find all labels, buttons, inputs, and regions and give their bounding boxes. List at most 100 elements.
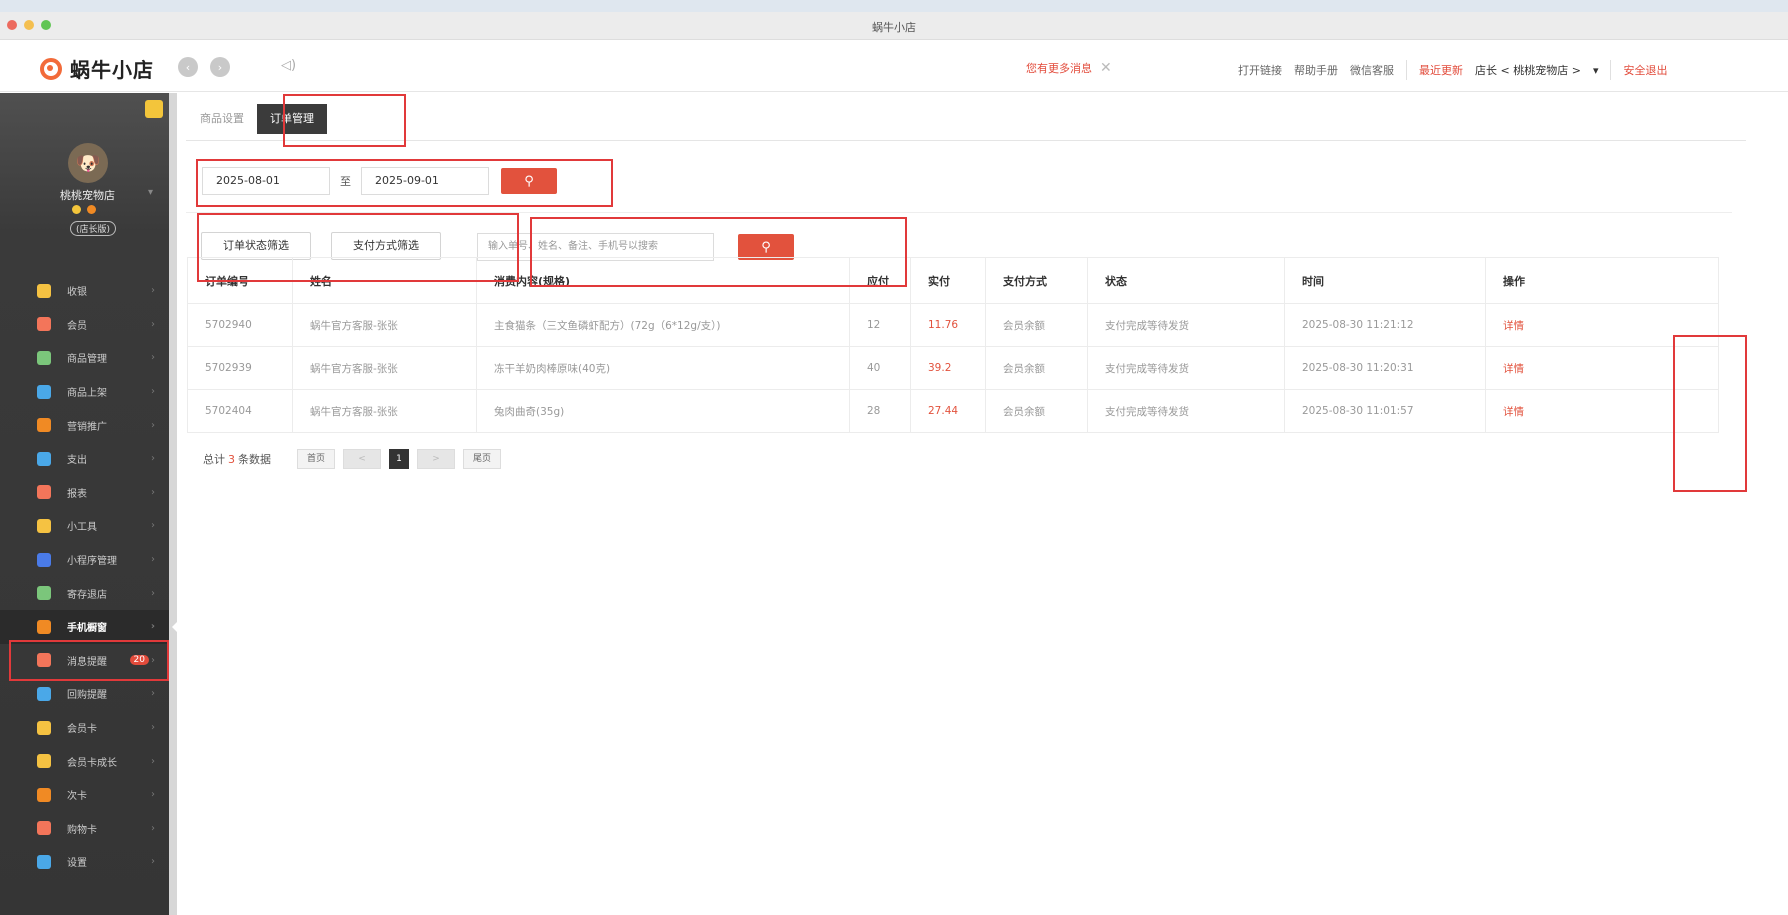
title-bar: 蜗牛小店: [0, 12, 1788, 40]
sidebar-item-label: 营销推广: [67, 421, 107, 433]
search-icon: ⚲: [761, 239, 771, 255]
close-icon[interactable]: ✕: [1100, 60, 1112, 76]
chevron-down-icon[interactable]: ▾: [148, 187, 153, 198]
sidebar-item-label: 会员卡: [67, 724, 97, 736]
details-link[interactable]: 详情: [1485, 346, 1719, 390]
chevron-right-icon: ›: [151, 352, 155, 364]
table-row[interactable]: 5702404 蜗牛官方客服-张张 兔肉曲奇(35g) 28 27.44 会员余额 支付完成…: [187, 389, 1719, 433]
sidebar-item[interactable]: 会员卡 ›: [0, 711, 169, 745]
pagination-bar: 总计 3 条数据 首页 < 1 > 尾页: [203, 449, 501, 469]
divider: [1406, 60, 1407, 80]
next-page-button[interactable]: >: [417, 449, 455, 469]
prev-page-button[interactable]: <: [343, 449, 381, 469]
current-page[interactable]: 1: [389, 449, 409, 469]
menu-icon: [37, 518, 51, 533]
sidebar-item[interactable]: 消息提醒 20 ›: [0, 644, 169, 678]
sidebar-item[interactable]: 设置 ›: [0, 845, 169, 879]
crown-icon[interactable]: [145, 100, 163, 118]
sidebar-item[interactable]: 会员卡成长 ›: [0, 744, 169, 778]
first-page-button[interactable]: 首页: [297, 449, 335, 469]
sidebar-item[interactable]: 报表 ›: [0, 476, 169, 510]
sidebar-item[interactable]: 购物卡 ›: [0, 812, 169, 846]
sidebar-item[interactable]: 会员 ›: [0, 308, 169, 342]
app-logo[interactable]: 蜗牛小店: [40, 54, 154, 83]
order-status-filter-button[interactable]: 订单状态筛选: [201, 232, 311, 260]
sidebar-item[interactable]: 寄存退店 ›: [0, 576, 169, 610]
sidebar-item[interactable]: 营销推广 ›: [0, 408, 169, 442]
store-selector[interactable]: 店长 < 桃桃宠物店 >: [1475, 62, 1581, 78]
filter-buttons: 订单状态筛选 支付方式筛选: [201, 232, 461, 260]
menu-icon: [37, 384, 51, 399]
badge-icon: [72, 205, 81, 214]
sidebar-item[interactable]: 商品管理 ›: [0, 341, 169, 375]
date-to-input[interactable]: 2025-09-01: [361, 167, 489, 195]
sidebar-item-label: 小工具: [67, 522, 97, 534]
notice-banner[interactable]: 您有更多消息 ✕: [1026, 60, 1112, 76]
chevron-right-icon: ›: [151, 554, 155, 566]
chevron-right-icon: ›: [151, 856, 155, 868]
tab-product-settings[interactable]: 商品设置: [187, 104, 257, 134]
details-link[interactable]: 详情: [1485, 389, 1719, 433]
sidebar-item[interactable]: 回购提醒 ›: [0, 677, 169, 711]
help-manual-link[interactable]: 帮助手册: [1294, 62, 1338, 78]
sidebar-item[interactable]: 收银 ›: [0, 274, 169, 308]
menu-icon: [37, 754, 51, 769]
avatar[interactable]: 🐶: [68, 143, 108, 183]
sidebar-item-label: 次卡: [67, 791, 87, 803]
col-time: 时间: [1284, 257, 1486, 304]
chevron-right-icon: ›: [151, 453, 155, 465]
sidebar-item-label: 回购提醒: [67, 690, 107, 702]
pager: 首页 < 1 > 尾页: [297, 449, 501, 469]
tab-order-management[interactable]: 订单管理: [257, 104, 327, 134]
payment-method-filter-button[interactable]: 支付方式筛选: [331, 232, 441, 260]
logo-text: 蜗牛小店: [70, 58, 154, 82]
sidebar-item-label: 手机橱窗: [67, 623, 107, 635]
sidebar-item[interactable]: 支出 ›: [0, 442, 169, 476]
forward-icon[interactable]: ›: [210, 57, 230, 77]
sidebar-item[interactable]: 次卡 ›: [0, 778, 169, 812]
pay-method-cell: 会员余额: [985, 303, 1088, 347]
sidebar-item[interactable]: 小工具 ›: [0, 509, 169, 543]
star-icon: [87, 205, 96, 214]
content-cell: 主食猫条（三文鱼磷虾配方）(72g（6*12g/支）): [476, 303, 850, 347]
content-cell: 冻干羊奶肉棒原味(40克): [476, 346, 850, 390]
date-from-input[interactable]: 2025-08-01: [202, 167, 330, 195]
app-header: 蜗牛小店 ‹ › ◁) 您有更多消息 ✕ 打开链接 帮助手册 微信客服 最近更新…: [0, 40, 1788, 92]
sidebar-item-label: 收银: [67, 287, 87, 299]
col-order-id: 订单编号: [187, 257, 293, 304]
wechat-service-link[interactable]: 微信客服: [1350, 62, 1394, 78]
content-cell: 兔肉曲奇(35g): [476, 389, 850, 433]
due-cell: 40: [849, 346, 911, 390]
sidebar-item-label: 会员卡成长: [67, 757, 117, 769]
sidebar-item-label: 会员: [67, 320, 87, 332]
table-row[interactable]: 5702940 蜗牛官方客服-张张 主食猫条（三文鱼磷虾配方）(72g（6*12g/…: [187, 303, 1719, 347]
chevron-right-icon: ›: [151, 318, 155, 330]
col-action: 操作: [1485, 257, 1719, 304]
total-suffix: 条数据: [238, 453, 271, 466]
col-content: 消费内容(规格): [476, 257, 850, 304]
details-link[interactable]: 详情: [1485, 303, 1719, 347]
logout-link[interactable]: 安全退出: [1623, 62, 1667, 78]
back-icon[interactable]: ‹: [178, 57, 198, 77]
chevron-right-icon: ›: [151, 419, 155, 431]
sidebar-item[interactable]: 手机橱窗 ›: [0, 609, 177, 644]
speaker-icon[interactable]: ◁): [281, 58, 296, 73]
grade-badge: (店长版): [70, 221, 117, 236]
table-row[interactable]: 5702939 蜗牛官方客服-张张 冻干羊奶肉棒原味(40克) 40 39.2 会员余额支…: [187, 346, 1719, 390]
paid-cell: 39.2: [910, 346, 986, 390]
shop-name[interactable]: 桃桃宠物店: [60, 187, 115, 203]
menu-icon: [37, 451, 51, 466]
open-link[interactable]: 打开链接: [1238, 62, 1282, 78]
sidebar-item[interactable]: 商品上架 ›: [0, 375, 169, 409]
menu-icon: [37, 552, 51, 567]
sidebar-item[interactable]: 小程序管理 ›: [0, 543, 169, 577]
date-range: 2025-08-01 至 2025-09-01 ⚲: [202, 167, 557, 195]
recent-update-link[interactable]: 最近更新: [1419, 62, 1463, 78]
col-pay-method: 支付方式: [985, 257, 1088, 304]
name-cell: 蜗牛官方客服-张张: [292, 303, 477, 347]
chevron-down-icon[interactable]: ▾: [1593, 64, 1599, 77]
date-search-button[interactable]: ⚲: [501, 168, 557, 194]
order-id-cell: 5702939: [187, 346, 293, 390]
last-page-button[interactable]: 尾页: [463, 449, 501, 469]
tab-bar: 商品设置 订单管理: [187, 100, 327, 138]
